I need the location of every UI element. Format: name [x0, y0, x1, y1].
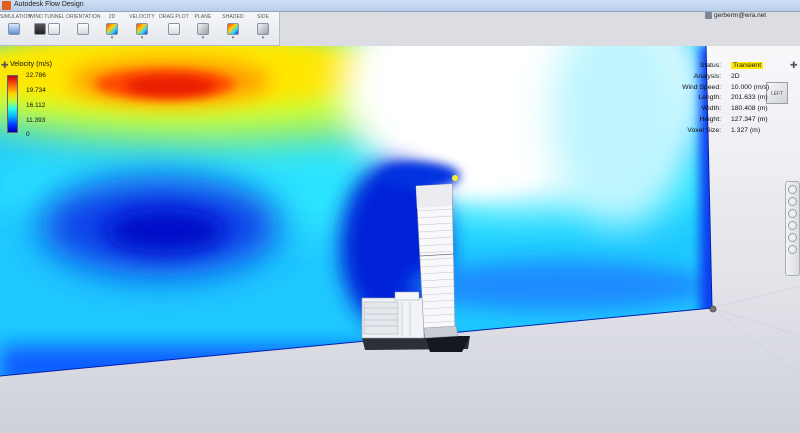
window-title: Autodesk Flow Design [14, 1, 84, 8]
velocity-icon [136, 23, 148, 35]
tool-plane[interactable]: PLANE ▾ [191, 12, 215, 46]
tool-velocity[interactable]: VELOCITY ▾ [127, 12, 157, 46]
status-badge: Transient [731, 62, 764, 69]
info-row-status: Status: Transient [664, 62, 799, 73]
chevron-down-icon[interactable]: ▾ [219, 35, 247, 41]
tool-shaded[interactable]: SHADED ▾ [219, 12, 247, 46]
pan-icon[interactable] [788, 185, 797, 194]
info-row-wind-speed: Wind Speed: 10.000 (m/s) [664, 84, 799, 95]
info-value: 127.347 (m) [731, 115, 768, 123]
legend-tick: 22.786 [26, 72, 46, 79]
side-icon [257, 23, 269, 35]
info-row-height: Height: 127.347 (m) [664, 116, 799, 127]
zoom-icon[interactable] [788, 197, 797, 206]
tool-label: VELOCITY [129, 14, 155, 20]
tool-orientation[interactable]: ORIENTATION [66, 12, 100, 46]
info-row-width: Width: 180.408 (m) [664, 105, 799, 116]
legend-title: Velocity (m/s) [10, 61, 53, 68]
plane-icon [197, 23, 209, 35]
fit-view-icon[interactable] [788, 233, 797, 242]
navigation-bar [785, 181, 800, 276]
tool-label: 2D [108, 14, 116, 20]
info-label: Width: [701, 105, 721, 113]
look-icon[interactable] [788, 221, 797, 230]
legend-expand-icon[interactable]: ✚ [1, 60, 9, 71]
info-label: Status: [699, 62, 721, 69]
legend-color-bar [7, 75, 18, 133]
info-label: Voxel Size: [687, 126, 721, 134]
legend-tick: 11.393 [26, 117, 46, 124]
orbit-icon[interactable] [788, 209, 797, 218]
info-label: Height: [699, 115, 721, 123]
tool-label: SHADED [222, 14, 244, 20]
wind-tunnel-icon [34, 23, 46, 35]
tool-label: SIDE [256, 14, 270, 20]
info-value: 180.408 (m) [731, 105, 768, 113]
toolbar: SIMULATION WIND TUNNEL ORIENTATION 2D ▾ … [0, 12, 280, 46]
plane-handle[interactable] [709, 305, 717, 313]
info-value: 2D [731, 72, 740, 80]
tool-label: SIMULATION [0, 14, 32, 20]
steering-wheel-icon[interactable] [788, 245, 797, 254]
tool-2d[interactable]: 2D ▾ [101, 12, 123, 46]
simulation-icon [8, 23, 20, 35]
drag-plot-icon [168, 23, 180, 35]
info-row-length: Length: 201.633 (m) [664, 94, 799, 105]
user-icon [705, 12, 712, 19]
tool-label: DRAG PLOT [159, 14, 189, 20]
user-menu[interactable]: gerberm@wra.net [705, 12, 766, 24]
tool-label: ORIENTATION [66, 14, 101, 20]
user-name: gerberm@wra.net [714, 12, 767, 20]
info-label: Length: [698, 94, 721, 102]
legend-tick: 16.112 [26, 102, 46, 109]
chevron-down-icon[interactable]: ▾ [101, 35, 123, 41]
tool-drag-plot[interactable]: DRAG PLOT [158, 12, 190, 46]
tool-label: WIND TUNNEL [29, 14, 65, 20]
2d-icon [106, 23, 118, 35]
info-value: 10.000 (m/s) [731, 83, 770, 91]
info-value: 1.327 (m) [731, 126, 761, 134]
simulation-viewport[interactable]: ✚ Velocity (m/s) 22.786 19.734 16.112 11… [0, 46, 800, 433]
tool-wind-tunnel[interactable]: WIND TUNNEL [29, 12, 65, 46]
legend-tick: 0 [26, 131, 30, 138]
probe-point-icon[interactable] [452, 175, 458, 181]
app-icon[interactable] [2, 1, 11, 10]
tool-label: PLANE [194, 14, 212, 20]
chevron-down-icon[interactable]: ▾ [191, 35, 215, 41]
legend-tick: 19.734 [26, 87, 46, 94]
orientation-icon [77, 23, 89, 35]
info-row-voxel-size: Voxel Size: 1.327 (m) [664, 127, 799, 138]
chevron-down-icon[interactable]: ▾ [127, 35, 157, 41]
simulation-info-panel: Status: Transient Analysis: 2D Wind Spee… [664, 62, 799, 138]
info-row-analysis: Analysis: 2D [664, 73, 799, 84]
tool-side[interactable]: SIDE ▾ [250, 12, 276, 46]
chevron-down-icon[interactable]: ▾ [250, 35, 276, 41]
title-bar: Autodesk Flow Design [0, 0, 800, 12]
shaded-icon [227, 23, 239, 35]
info-label: Analysis: [693, 72, 721, 80]
tool-simulation[interactable]: SIMULATION [0, 12, 32, 46]
info-value: 201.633 (m) [731, 94, 768, 102]
velocity-legend: ✚ Velocity (m/s) 22.786 19.734 16.112 11… [0, 60, 60, 140]
info-label: Wind Speed: [682, 83, 721, 91]
wind-tunnel-options-icon [48, 23, 60, 35]
floor-grid [711, 285, 800, 377]
